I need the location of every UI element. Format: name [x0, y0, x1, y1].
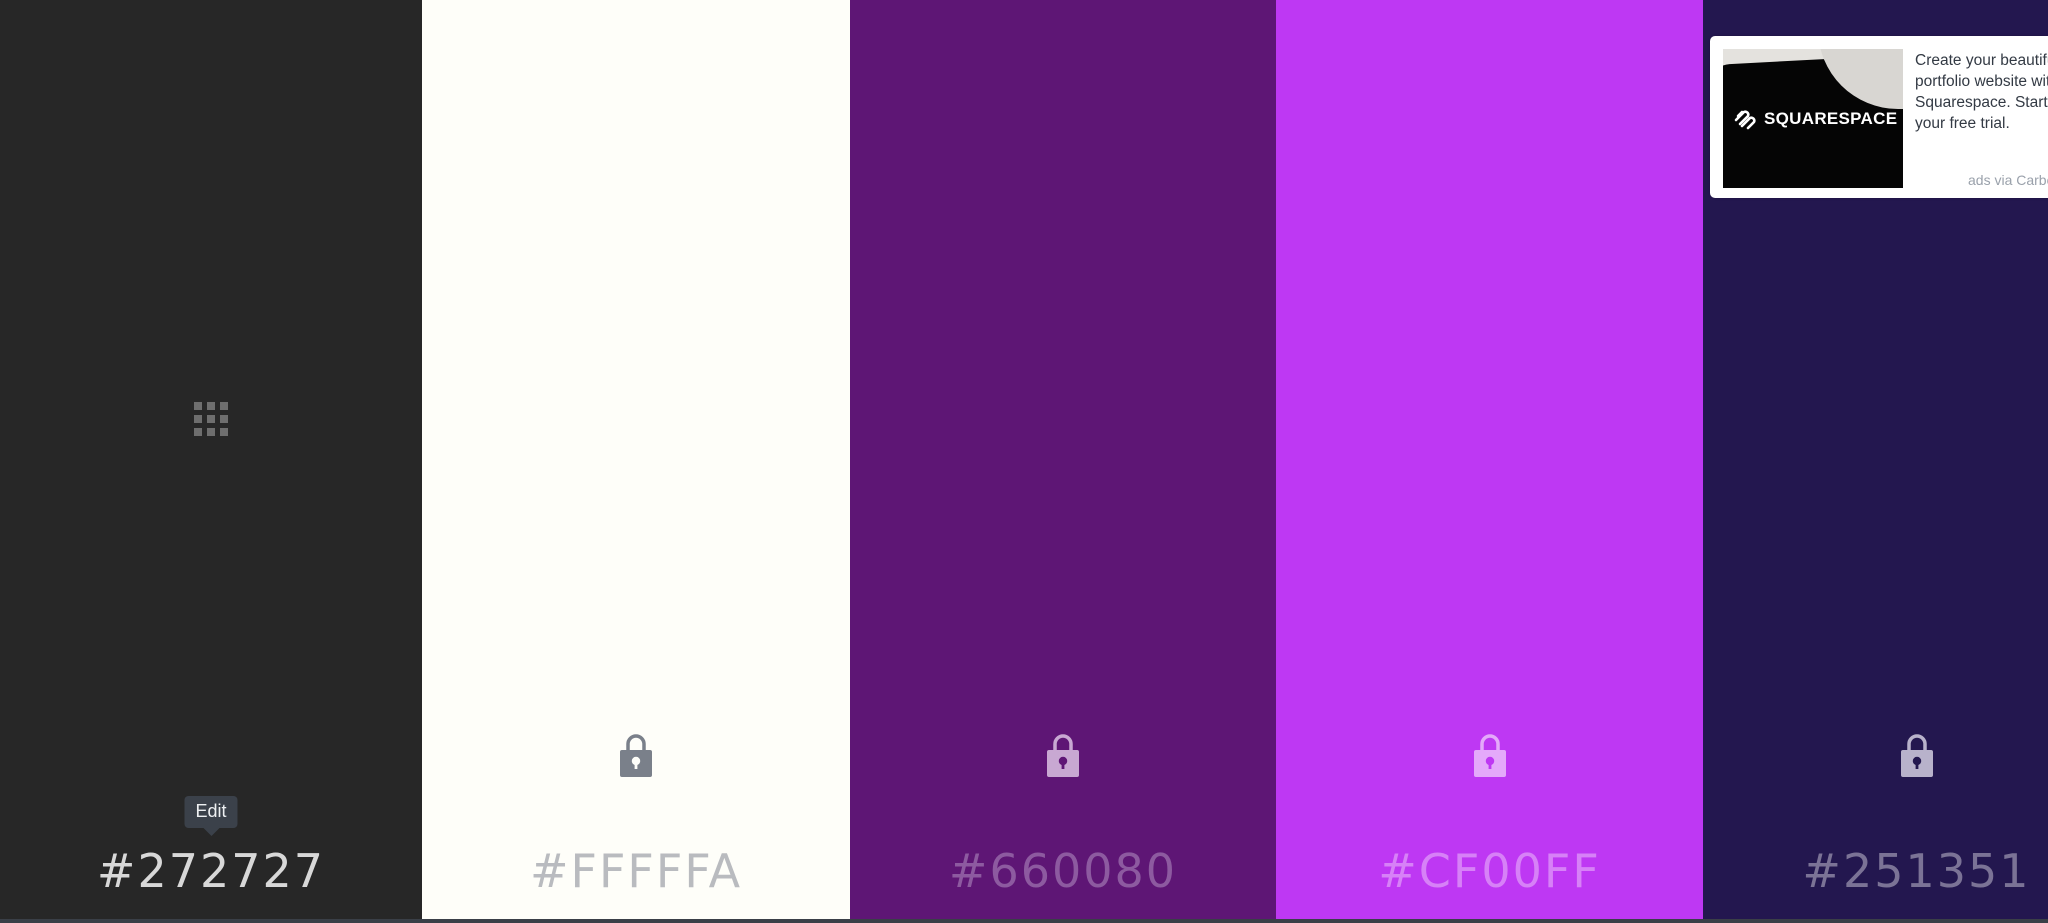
bottom-bar — [0, 919, 2048, 923]
swatch-hex-label[interactable]: #CF00FF — [1276, 848, 1703, 894]
ad-via-link[interactable]: ads via Carbon — [1968, 172, 2048, 188]
swatch-3[interactable]: #660080 — [850, 0, 1276, 919]
squarespace-logo: SQUARESPACE — [1733, 108, 1897, 130]
swatch-2[interactable]: #FFFFFA — [422, 0, 850, 919]
drag-grid-icon[interactable] — [194, 402, 228, 436]
lock-icon[interactable] — [1899, 732, 1935, 778]
ad-brand: SQUARESPACE — [1764, 109, 1898, 128]
lock-icon[interactable] — [1472, 732, 1508, 778]
lock-icon[interactable] — [618, 732, 654, 778]
edit-tooltip: Edit — [184, 796, 238, 828]
ad-text[interactable]: Create your beautiful portfolio website … — [1915, 50, 2048, 134]
swatch-hex-label[interactable]: #272727 — [0, 848, 422, 894]
lock-icon[interactable] — [1045, 732, 1081, 778]
swatch-hex-label[interactable]: #FFFFFA — [422, 848, 850, 894]
squarespace-icon — [1734, 110, 1756, 130]
swatch-1[interactable]: Edit #272727 — [0, 0, 422, 919]
swatch-4[interactable]: #CF00FF — [1276, 0, 1703, 919]
ad-image[interactable]: SQUARESPACE — [1723, 49, 1903, 188]
swatch-hex-label[interactable]: #660080 — [850, 848, 1276, 894]
carbon-ad[interactable]: SQUARESPACE Create your beautiful portfo… — [1710, 36, 2048, 198]
swatch-hex-label[interactable]: #251351 — [1703, 848, 2048, 894]
